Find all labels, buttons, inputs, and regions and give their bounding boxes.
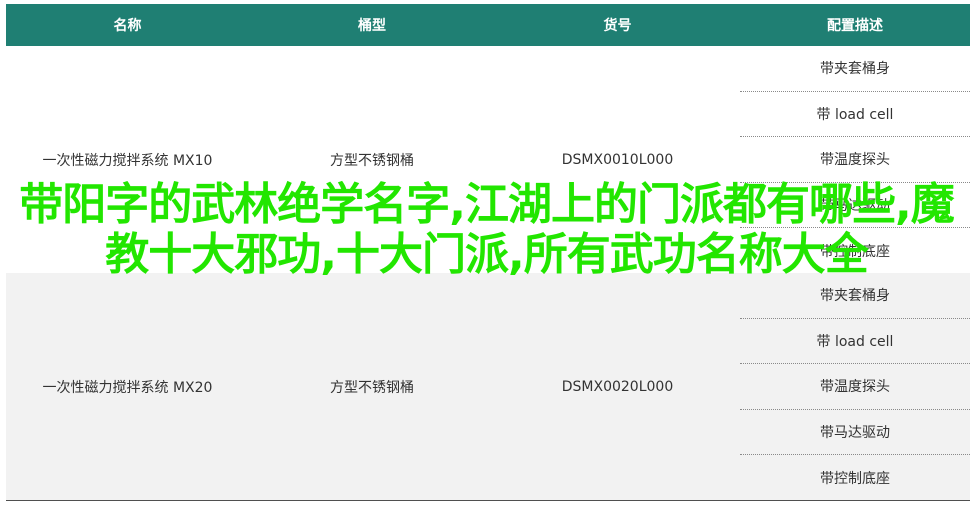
header-config: 配置描述 xyxy=(827,18,883,34)
config-list: 带夹套桶身 带 load cell 带温度探头 带马达驱动 带控制底座 xyxy=(740,273,970,500)
config-item: 带温度探头 xyxy=(740,137,970,183)
cell-sku: DSMX0020L000 xyxy=(561,378,674,395)
config-item: 带控制底座 xyxy=(820,470,890,487)
config-item: 带马达驱动 xyxy=(740,410,970,456)
table-row: 一次性磁力搅拌系统 MX20 方型不锈钢桶 DSMX0020L000 带夹套桶身… xyxy=(6,273,970,501)
cell-bucket: 方型不锈钢桶 xyxy=(330,379,414,396)
header-name: 名称 xyxy=(113,18,142,34)
header-bucket: 桶型 xyxy=(358,18,386,34)
header-sku: 货号 xyxy=(603,18,632,34)
overlay-title: 带阳字的武林绝学名字,江湖上的门派都有哪些,魔教十大邪功,十大门派,所有武功名称… xyxy=(19,179,954,280)
cell-name: 一次性磁力搅拌系统 MX20 xyxy=(42,379,213,396)
config-item: 带夹套桶身 xyxy=(740,46,970,92)
config-item: 带 load cell xyxy=(740,92,970,138)
config-item: 带温度探头 xyxy=(740,364,970,410)
table-header: 名称 桶型 货号 配置描述 xyxy=(6,4,970,46)
config-item: 带 load cell xyxy=(740,319,970,365)
